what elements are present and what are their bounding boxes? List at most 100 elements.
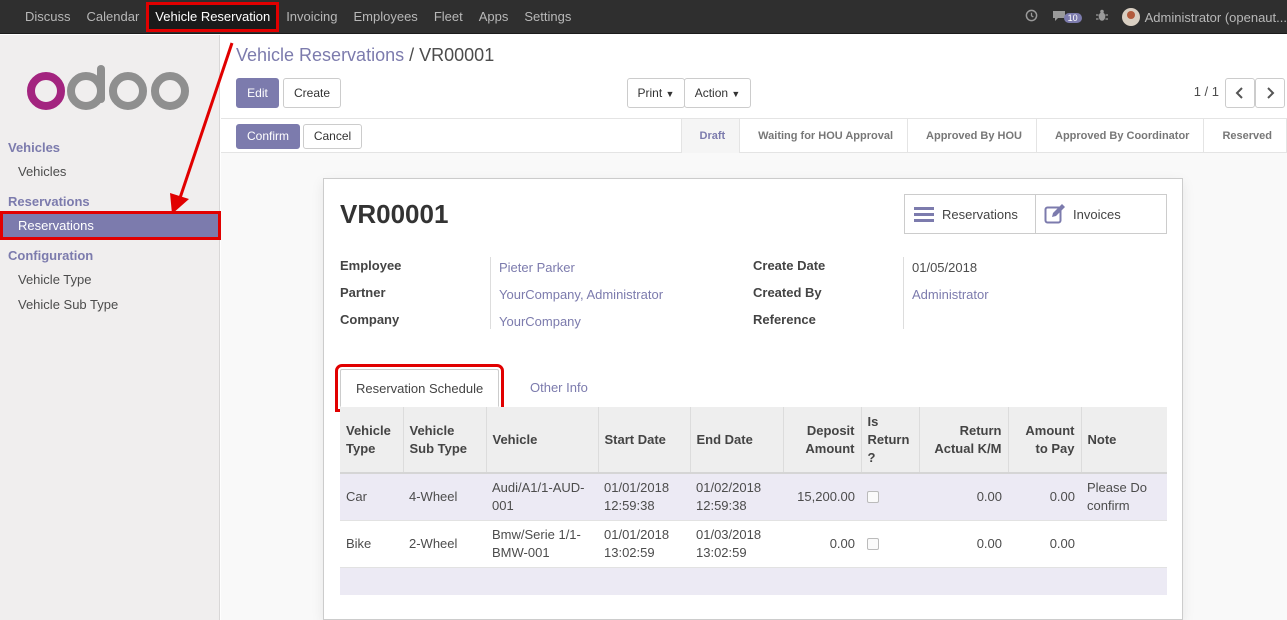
company-label: Company [340,312,400,327]
cell-amount-to-pay: 0.00 [1008,519,1081,567]
created-by-field[interactable]: Administrator [912,287,989,302]
bug-icon[interactable] [1095,9,1108,25]
cell-return-actual-km: 0.00 [919,472,1008,520]
chevron-right-icon [1267,87,1275,99]
col-deposit-amount[interactable]: Deposit Amount [783,407,862,474]
sidebar-group-configuration: Configuration [8,248,94,263]
col-start-date[interactable]: Start Date [598,407,691,474]
create-label: Create [293,86,331,100]
cell-vehicle-type: Car [340,472,403,520]
invoices-smart-button[interactable]: Invoices [1035,194,1167,234]
edit-button[interactable]: Edit [236,78,279,108]
col-vehicle-sub-type[interactable]: Vehicle Sub Type [403,407,487,474]
cell-end-date: 01/02/2018 12:59:38 [690,472,783,520]
table-row[interactable]: Bike 2-Wheel Bmw/Serie 1/1-BMW-001 01/01… [340,519,1167,567]
breadcrumb-parent[interactable]: Vehicle Reservations [236,45,404,65]
sidebar-group-reservations: Reservations [8,194,90,209]
breadcrumb: Vehicle Reservations / VR00001 [236,45,494,66]
menu-apps[interactable]: Apps [471,0,517,34]
menu-settings[interactable]: Settings [516,0,579,34]
stage-reserved[interactable]: Reserved [1204,119,1287,153]
cell-is-return [861,519,919,567]
menu-calendar[interactable]: Calendar [79,0,148,34]
stage-pipeline: Draft Waiting for HOU Approval Approved … [680,119,1287,153]
confirm-button[interactable]: Confirm [236,124,300,149]
print-dropdown[interactable]: Print ▼ [627,78,685,108]
pager-next-button[interactable] [1255,78,1285,108]
app-menu: Discuss Calendar Vehicle Reservation Inv… [17,0,579,34]
is-return-checkbox[interactable] [867,538,879,551]
cell-vehicle-sub-type: 4-Wheel [403,472,486,520]
cell-is-return [861,472,919,520]
sidebar-item-vehicles[interactable]: Vehicles [0,159,220,184]
table-row-empty [340,566,1167,595]
cell-note: Please Do confirm [1081,472,1167,520]
is-return-checkbox[interactable] [867,491,879,504]
menu-vehicle-reservation[interactable]: Vehicle Reservation [146,2,280,32]
col-vehicle[interactable]: Vehicle [486,407,599,474]
edit-icon [1044,204,1065,224]
user-name: Administrator (openaut... [1144,9,1287,25]
reservation-schedule-table: Vehicle Type Vehicle Sub Type Vehicle St… [340,407,1167,595]
menu-fleet[interactable]: Fleet [426,0,471,34]
reservations-smart-label: Reservations [942,206,1018,222]
create-button[interactable]: Create [283,78,341,108]
avatar [1121,8,1140,26]
table-header: Vehicle Type Vehicle Sub Type Vehicle St… [340,407,1167,474]
caret-down-icon: ▼ [731,89,741,99]
sidebar-item-reservations[interactable]: Reservations [0,211,221,240]
col-vehicle-type[interactable]: Vehicle Type [340,407,404,474]
caret-down-icon: ▼ [665,89,675,99]
cell-amount-to-pay: 0.00 [1008,472,1081,520]
field-divider [903,257,904,329]
stage-waiting-hou-approval[interactable]: Waiting for HOU Approval [740,119,909,153]
breadcrumb-current: VR00001 [419,45,495,65]
message-count-badge: 10 [1063,12,1082,23]
employee-field[interactable]: Pieter Parker [499,260,575,275]
cell-vehicle: Audi/A1/1-AUD-001 [486,472,598,520]
top-navbar: Discuss Calendar Vehicle Reservation Inv… [0,0,1287,34]
messages-icon[interactable]: 10 [1052,10,1082,25]
pager-previous-button[interactable] [1225,78,1255,108]
cell-start-date: 01/01/2018 12:59:38 [598,472,690,520]
cell-return-actual-km: 0.00 [919,519,1008,567]
table-row[interactable]: Car 4-Wheel Audi/A1/1-AUD-001 01/01/2018… [340,472,1167,520]
cell-vehicle: Bmw/Serie 1/1-BMW-001 [486,519,598,567]
col-note[interactable]: Note [1081,407,1167,474]
action-dropdown[interactable]: Action ▼ [684,78,751,108]
pager-value: 1 / 1 [1193,84,1219,99]
menu-invoicing[interactable]: Invoicing [278,0,345,34]
col-return-actual-km[interactable]: Return Actual K/M [919,407,1009,474]
tab-other-info[interactable]: Other Info [515,369,603,407]
partner-field[interactable]: YourCompany, Administrator [499,287,663,302]
stage-approved-by-coordinator[interactable]: Approved By Coordinator [1037,119,1205,153]
tab-reservation-schedule[interactable]: Reservation Schedule [334,364,505,412]
print-label: Print [637,86,663,100]
clock-icon[interactable] [1025,9,1038,25]
user-menu[interactable]: Administrator (openaut... [1121,8,1287,26]
reservations-smart-button[interactable]: Reservations [904,194,1036,234]
col-is-return[interactable]: Is Return ? [861,407,920,474]
company-field[interactable]: YourCompany [499,314,581,329]
cell-end-date: 01/03/2018 13:02:59 [690,519,783,567]
cancel-button[interactable]: Cancel [303,124,362,149]
stage-approved-by-hou[interactable]: Approved By HOU [908,119,1037,153]
col-amount-to-pay[interactable]: Amount to Pay [1008,407,1082,474]
sidebar-item-vehicle-sub-type[interactable]: Vehicle Sub Type [0,292,220,317]
menu-discuss[interactable]: Discuss [17,0,79,34]
created-by-label: Created By [753,285,822,300]
sidebar: Vehicles Vehicles Reservations Reservati… [0,35,221,620]
breadcrumb-separator: / [409,45,415,65]
col-end-date[interactable]: End Date [690,407,784,474]
cell-start-date: 01/01/2018 13:02:59 [598,519,690,567]
stage-draft[interactable]: Draft [681,119,741,153]
empty-cell [340,566,1167,595]
notebook-tabs: Reservation Schedule Other Info [334,364,1167,412]
status-bar: Confirm Cancel Draft Waiting for HOU App… [221,119,1287,153]
menu-employees[interactable]: Employees [346,0,426,34]
sidebar-item-vehicle-type[interactable]: Vehicle Type [0,267,220,292]
cell-vehicle-sub-type: 2-Wheel [403,519,486,567]
field-divider [490,257,491,329]
sidebar-group-vehicles: Vehicles [8,140,61,155]
action-label: Action [694,86,729,100]
